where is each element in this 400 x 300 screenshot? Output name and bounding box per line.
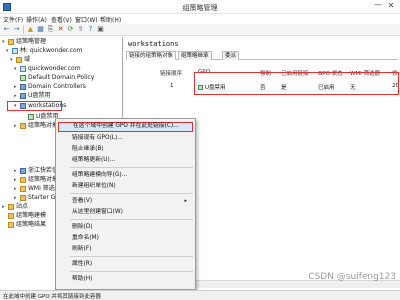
watermark: CSDN @suifeng123	[308, 272, 396, 282]
menu-help[interactable]: 帮助(H)	[100, 15, 121, 24]
domain-icon	[20, 66, 26, 72]
menu-view[interactable]: 查看(V) ▸	[58, 196, 193, 206]
pane-title: workstations	[128, 40, 179, 48]
tree-item-label: Default Domain Policy	[28, 74, 95, 81]
expand-icon[interactable]: ▸	[2, 203, 7, 211]
expand-icon[interactable]: ▸	[14, 83, 19, 91]
menu-separator	[70, 219, 193, 220]
tree-item-label: workstations	[28, 102, 67, 109]
gpo-link-icon	[20, 75, 26, 81]
menu-action[interactable]: 操作(A)	[26, 15, 47, 24]
expand-icon[interactable]: ▸	[14, 176, 19, 184]
collapse-icon[interactable]: ▾	[10, 56, 15, 64]
folder-icon	[20, 123, 26, 129]
menu-create-gpo-and-link[interactable]: 在这个域中创建 GPO 并在此处链接(C)...	[58, 122, 193, 132]
context-menu: 在这个域中创建 GPO 并在此处链接(C)... 链接现有 GPO(L)... …	[55, 118, 196, 290]
tree-domains-label: 域	[24, 56, 31, 63]
expand-icon[interactable]: ▸	[14, 122, 19, 130]
tree-item-label: Domain Controllers	[28, 83, 86, 90]
ou-icon	[20, 84, 26, 90]
menu-properties[interactable]: 属性(R)	[58, 259, 193, 269]
tree-item-workstations[interactable]: ▾ workstations	[7, 101, 66, 111]
status-bar: 在此域中创建 GPO 并将其链接到此容器	[0, 290, 400, 300]
forest-icon	[12, 48, 18, 54]
status-text: 在此域中创建 GPO 并将其链接到此容器	[3, 294, 101, 300]
show-tree-icon[interactable]: ▦	[36, 25, 45, 34]
delete-icon[interactable]: ✕	[56, 25, 65, 34]
menu-window[interactable]: 窗口(W)	[75, 15, 98, 24]
tree-item-label: 组策略建模	[16, 212, 47, 219]
folder-icon	[16, 57, 22, 63]
window-title: 组策略管理	[182, 4, 218, 12]
column-header[interactable]: 链接顺序	[160, 69, 182, 77]
tab-delegation[interactable]: 委派	[222, 51, 240, 60]
tab-linked-gpos[interactable]: 链接的组策略对象	[126, 51, 177, 60]
tree-domain-label: quickwonder.com	[28, 65, 81, 72]
ou-icon	[20, 93, 26, 99]
menu-separator	[70, 256, 193, 257]
collapse-icon[interactable]: ▾	[14, 102, 19, 110]
forward-icon[interactable]: →	[12, 25, 21, 34]
menu-link-existing-gpo[interactable]: 链接现有 GPO(L)...	[58, 133, 193, 143]
ou-icon	[20, 168, 26, 174]
menu-gp-modeling-wizard[interactable]: 组策略建模向导(G)...	[58, 170, 193, 180]
menu-block-inheritance[interactable]: 阻止继承(B)	[58, 144, 193, 154]
toolbar: ← → ▲ ▦ ⎘ ✕ ⟳ ⇪ ? ▣	[0, 24, 400, 36]
export-icon[interactable]: ⇪	[76, 25, 85, 34]
menu-view[interactable]: 查看(V)	[51, 15, 72, 24]
collapse-icon[interactable]: ▾	[6, 47, 11, 55]
menu-view-label: 查看(V)	[72, 198, 93, 204]
collapse-icon[interactable]: ▾	[2, 38, 7, 46]
tab-gp-inheritance[interactable]: 组策略继承	[178, 51, 212, 60]
console-icon[interactable]: ▣	[96, 25, 105, 34]
menu-separator	[70, 193, 193, 194]
tree-root-label: 组策略管理	[16, 38, 47, 45]
minimize-button[interactable]: —	[373, 1, 383, 11]
gpm-icon	[8, 39, 14, 45]
tree-item-label: 组策略对象	[28, 176, 59, 183]
folder-icon	[20, 186, 26, 192]
menu-separator	[70, 167, 193, 168]
menu-gp-update[interactable]: 组策略更新(U)...	[58, 155, 193, 165]
tree-item-label: 站点	[16, 203, 29, 210]
collapse-icon[interactable]: ▾	[14, 65, 19, 73]
title-bar: 组策略管理 — ✕	[0, 0, 400, 14]
menu-help[interactable]: 帮助(H)	[58, 274, 193, 284]
sites-icon	[8, 204, 14, 210]
toolbar-separator	[23, 26, 24, 34]
up-folder-icon[interactable]: ▲	[26, 25, 35, 34]
tree-item-label: U盘禁用	[28, 92, 51, 99]
highlight-box	[194, 72, 399, 95]
menu-rename[interactable]: 重命名(M)	[58, 233, 193, 243]
submenu-arrow-icon: ▸	[184, 198, 187, 204]
menu-new-window-from-here[interactable]: 从这里创建窗口(W)	[58, 207, 193, 217]
menu-new-ou[interactable]: 新建组织单位(N)	[58, 181, 193, 191]
gpo-link-icon	[28, 114, 34, 120]
expand-icon[interactable]: ▸	[14, 92, 19, 100]
close-button[interactable]: ✕	[386, 1, 396, 11]
folder-icon	[20, 195, 26, 201]
tree-item-label: 组策略结果	[16, 221, 47, 228]
refresh-icon[interactable]: ⟳	[66, 25, 75, 34]
folder-icon	[20, 177, 26, 183]
menu-refresh[interactable]: 刷新(F)	[58, 244, 193, 254]
results-icon	[8, 222, 14, 228]
menu-delete[interactable]: 删除(D)	[58, 222, 193, 232]
tree-item-label: 组策略对象	[28, 122, 59, 129]
back-icon[interactable]: ←	[2, 25, 11, 34]
ou-icon	[20, 103, 26, 109]
copy-icon[interactable]: ⎘	[46, 25, 55, 34]
menu-file[interactable]: 文件(F)	[3, 15, 23, 24]
expand-icon[interactable]: ▸	[14, 167, 19, 175]
menu-bar: 文件(F) 操作(A) 查看(V) 窗口(W) 帮助(H)	[0, 14, 400, 24]
modeling-icon	[8, 213, 14, 219]
tab-strip: 链接的组策略对象 组策略继承 委派	[126, 51, 398, 60]
menu-separator	[70, 271, 193, 272]
tree-forest-label: 林: quickwonder.com	[20, 47, 83, 54]
expand-icon[interactable]: ▸	[14, 194, 19, 202]
help-icon[interactable]: ?	[86, 25, 95, 34]
row-link-order: 1	[170, 83, 174, 89]
expand-icon[interactable]: ▸	[14, 185, 19, 193]
